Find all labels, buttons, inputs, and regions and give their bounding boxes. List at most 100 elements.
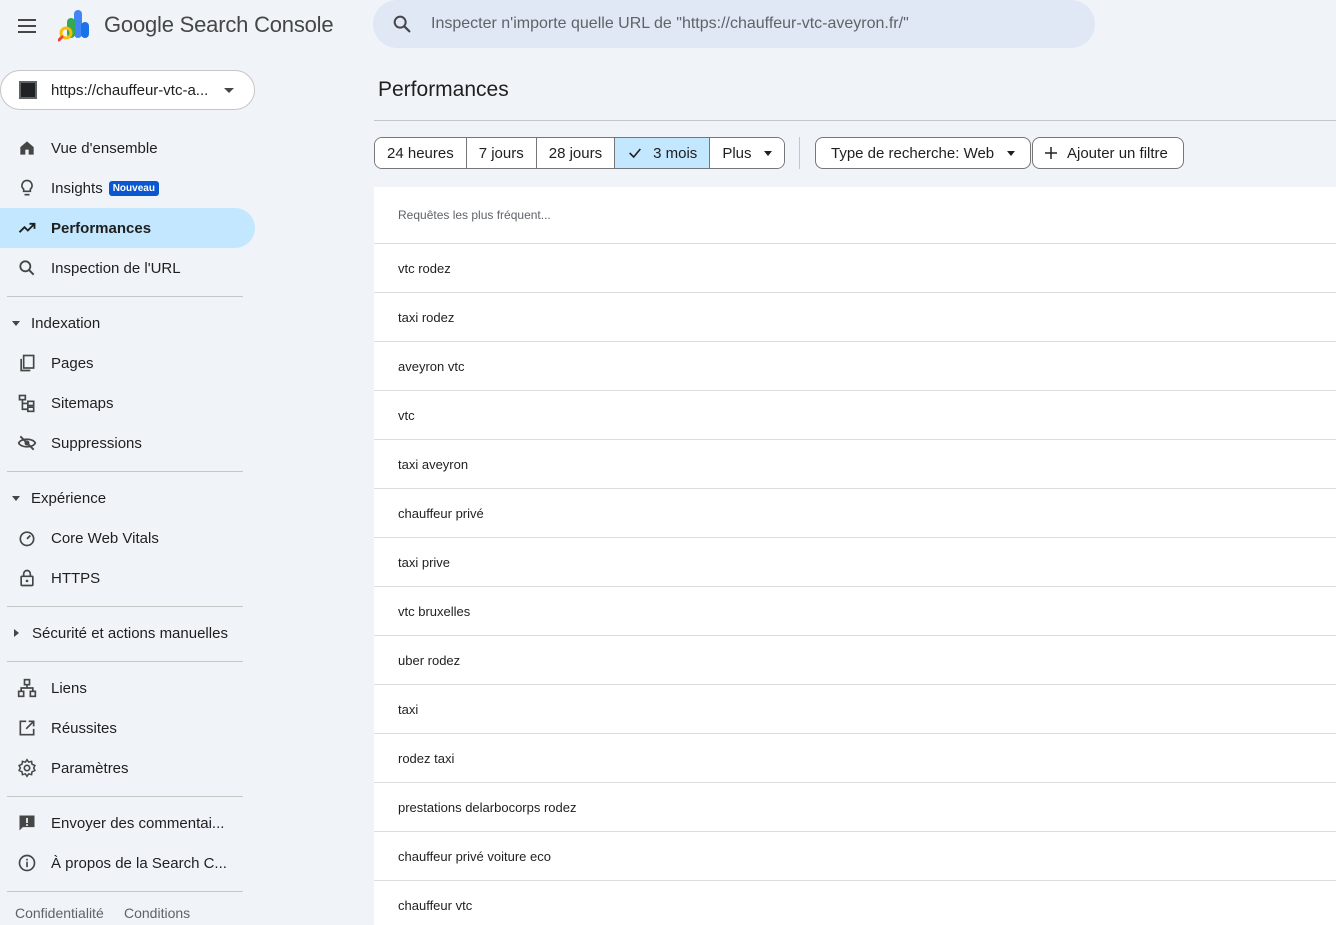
privacy-link[interactable]: Confidentialité bbox=[15, 905, 104, 921]
table-row[interactable]: vtc bruxelles bbox=[374, 587, 1336, 636]
chevron-down-icon bbox=[1007, 150, 1016, 156]
add-filter-label: Ajouter un filtre bbox=[1067, 144, 1168, 162]
sidebar-divider bbox=[7, 796, 243, 797]
sidebar-section-indexing[interactable]: Indexation bbox=[0, 303, 255, 343]
sidebar-item-pages[interactable]: Pages bbox=[0, 343, 255, 383]
sidebar-divider bbox=[7, 296, 243, 297]
sidebar-item-label: Liens bbox=[51, 679, 87, 697]
table-row[interactable]: taxi rodez bbox=[374, 293, 1336, 342]
table-header[interactable]: Requêtes les plus fréquent... bbox=[374, 187, 1336, 244]
section-label: Expérience bbox=[31, 489, 107, 507]
open-external-icon bbox=[16, 717, 38, 739]
menu-icon-bar bbox=[18, 25, 36, 27]
sidebar-item-url-inspection[interactable]: Inspection de l'URL bbox=[0, 248, 255, 288]
table-row[interactable]: chauffeur privé bbox=[374, 489, 1336, 538]
sidebar-item-label: Inspection de l'URL bbox=[51, 259, 181, 277]
table-row[interactable]: taxi aveyron bbox=[374, 440, 1336, 489]
info-icon bbox=[16, 852, 38, 874]
gear-icon bbox=[16, 757, 38, 779]
section-label: Indexation bbox=[31, 314, 101, 332]
toolbar-separator bbox=[799, 137, 800, 169]
table-row[interactable]: chauffeur vtc bbox=[374, 881, 1336, 925]
range-3m-button[interactable]: 3 mois bbox=[615, 138, 711, 168]
sidebar-item-label: Suppressions bbox=[51, 434, 142, 452]
query-cell: vtc rodez bbox=[398, 260, 451, 276]
main-menu-button[interactable] bbox=[14, 12, 42, 40]
range-label: 3 mois bbox=[653, 144, 698, 162]
sidebar-section-experience[interactable]: Expérience bbox=[0, 478, 255, 518]
range-more-button[interactable]: Plus bbox=[710, 138, 784, 168]
queries-table: Requêtes les plus fréquent... vtc rodez … bbox=[374, 187, 1336, 925]
table-row[interactable]: aveyron vtc bbox=[374, 342, 1336, 391]
table-row[interactable]: taxi bbox=[374, 685, 1336, 734]
sidebar-item-core-web-vitals[interactable]: Core Web Vitals bbox=[0, 518, 255, 558]
query-cell: rodez taxi bbox=[398, 750, 455, 766]
date-range-selector: 24 heures 7 jours 28 jours 3 mois Plus bbox=[374, 137, 785, 169]
new-badge: Nouveau bbox=[108, 180, 159, 196]
column-header-queries: Requêtes les plus fréquent... bbox=[398, 208, 551, 222]
search-icon bbox=[16, 257, 38, 279]
table-row[interactable]: uber rodez bbox=[374, 636, 1336, 685]
url-inspection-search-bar[interactable] bbox=[373, 0, 1095, 48]
menu-icon-bar bbox=[18, 19, 36, 21]
range-label: 24 heures bbox=[387, 144, 454, 162]
range-label: 28 jours bbox=[548, 144, 603, 162]
sitemap-icon bbox=[16, 392, 38, 414]
range-label: Plus bbox=[722, 144, 752, 162]
sidebar-divider bbox=[7, 661, 243, 662]
sidebar-item-performance[interactable]: Performances bbox=[0, 208, 255, 248]
chevron-down-icon bbox=[763, 150, 772, 156]
table-row[interactable]: vtc bbox=[374, 391, 1336, 440]
page-title: Performances bbox=[378, 78, 509, 101]
search-type-filter[interactable]: Type de recherche: Web bbox=[815, 137, 1032, 169]
sidebar-item-overview[interactable]: Vue d'ensemble bbox=[0, 128, 255, 168]
query-cell: taxi rodez bbox=[398, 309, 455, 325]
sidebar-item-label: Performances bbox=[51, 219, 152, 237]
lightbulb-icon bbox=[16, 177, 38, 199]
table-row[interactable]: rodez taxi bbox=[374, 734, 1336, 783]
terms-link[interactable]: Conditions bbox=[124, 905, 190, 921]
table-row[interactable]: taxi prive bbox=[374, 538, 1336, 587]
sidebar-item-achievements[interactable]: Réussites bbox=[0, 708, 255, 748]
range-24h-button[interactable]: 24 heures bbox=[375, 138, 467, 168]
sidebar-item-links[interactable]: Liens bbox=[0, 668, 255, 708]
sidebar-divider bbox=[7, 891, 243, 892]
sidebar-item-label: Core Web Vitals bbox=[51, 529, 159, 547]
add-filter-button[interactable]: Ajouter un filtre bbox=[1032, 137, 1184, 169]
sidebar-section-security[interactable]: Sécurité et actions manuelles bbox=[0, 613, 255, 653]
sidebar-item-label: Pages bbox=[51, 354, 94, 372]
search-console-logo[interactable]: Google Search Console bbox=[58, 8, 334, 42]
chevron-down-icon bbox=[224, 87, 234, 93]
table-row[interactable]: prestations delarbocorps rodez bbox=[374, 783, 1336, 832]
sidebar-item-settings[interactable]: Paramètres bbox=[0, 748, 255, 788]
pages-icon bbox=[16, 352, 38, 374]
property-favicon bbox=[19, 81, 37, 99]
query-cell: vtc bbox=[398, 407, 415, 423]
table-row[interactable]: chauffeur privé voiture eco bbox=[374, 832, 1336, 881]
sidebar-item-https[interactable]: HTTPS bbox=[0, 558, 255, 598]
range-28d-button[interactable]: 28 jours bbox=[536, 138, 616, 168]
search-icon bbox=[393, 15, 411, 33]
property-selector[interactable]: https://chauffeur-vtc-a... bbox=[0, 70, 255, 110]
sidebar-item-insights[interactable]: Insights Nouveau bbox=[0, 168, 255, 208]
sidebar-item-label: Insights bbox=[51, 179, 103, 197]
table-row[interactable]: vtc rodez bbox=[374, 244, 1336, 293]
query-cell: chauffeur privé voiture eco bbox=[398, 848, 551, 864]
sidebar-item-removals[interactable]: Suppressions bbox=[0, 423, 255, 463]
sidebar-item-label: HTTPS bbox=[51, 569, 101, 587]
sidebar-divider bbox=[7, 471, 243, 472]
check-icon bbox=[629, 148, 642, 159]
section-label: Sécurité et actions manuelles bbox=[32, 624, 228, 642]
sidebar-divider bbox=[7, 606, 243, 607]
sidebar-item-label: À propos de la Search C... bbox=[51, 854, 227, 872]
sidebar-item-feedback[interactable]: Envoyer des commentai... bbox=[0, 803, 255, 843]
sidebar-item-sitemaps[interactable]: Sitemaps bbox=[0, 383, 255, 423]
sidebar-item-about[interactable]: À propos de la Search C... bbox=[0, 843, 255, 883]
sidebar-item-label: Réussites bbox=[51, 719, 117, 737]
range-7d-button[interactable]: 7 jours bbox=[466, 138, 537, 168]
search-input[interactable] bbox=[431, 15, 1051, 33]
speedometer-icon bbox=[16, 527, 38, 549]
query-cell: uber rodez bbox=[398, 652, 461, 668]
query-cell: taxi prive bbox=[398, 554, 451, 570]
caret-right-icon bbox=[14, 629, 19, 637]
